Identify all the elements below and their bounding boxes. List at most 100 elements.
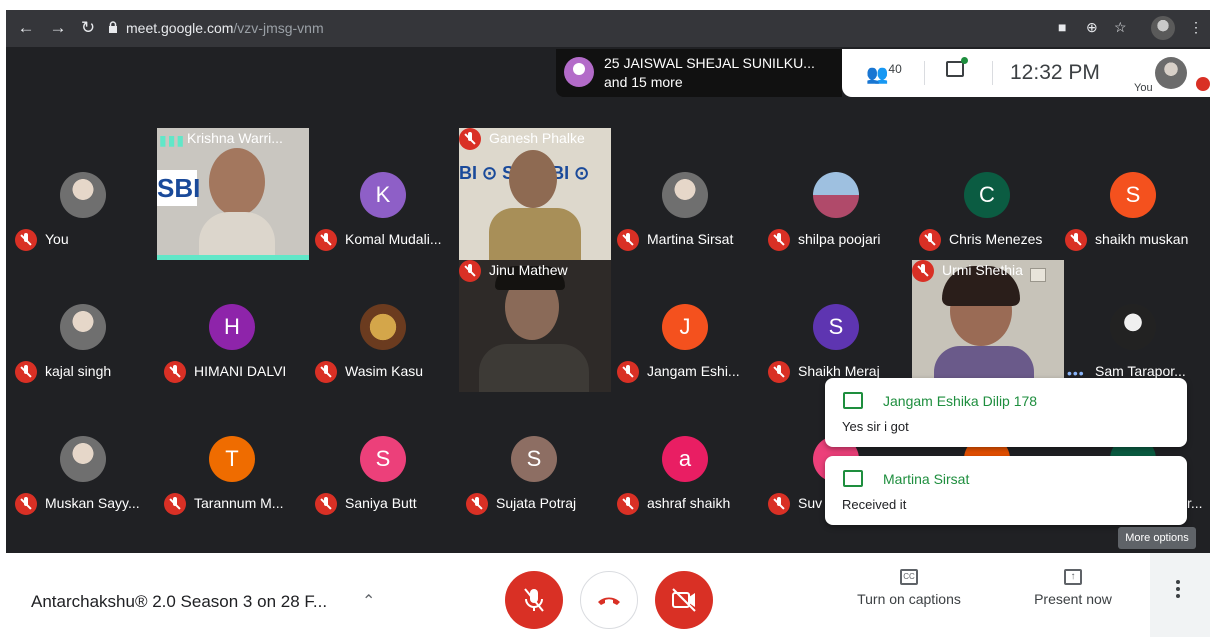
mic-off-icon bbox=[912, 260, 934, 282]
participant-tile[interactable]: kajal singh bbox=[8, 260, 160, 392]
participant-name: Wasim Kasu bbox=[345, 363, 424, 379]
participant-tile[interactable]: You bbox=[8, 128, 160, 260]
camera-icon[interactable]: ■ bbox=[1058, 19, 1066, 35]
chat-toast[interactable]: Jangam Eshika Dilip 178 Yes sir i got bbox=[825, 378, 1187, 447]
participant-nameplate: Martina Sirsat bbox=[617, 229, 761, 251]
participant-tile[interactable]: T Tarannum M... bbox=[157, 392, 309, 524]
participant-avatar bbox=[360, 304, 406, 350]
participant-avatar bbox=[60, 436, 106, 482]
self-label: You bbox=[1134, 82, 1153, 94]
microphone-toggle-button[interactable] bbox=[505, 571, 563, 629]
participant-nameplate: You bbox=[15, 229, 159, 251]
browser-menu-icon[interactable]: ⋮ bbox=[1189, 19, 1203, 36]
back-icon[interactable]: ← bbox=[16, 18, 36, 38]
participant-video[interactable]: BI ⊙ S ⊙ SBI ⊙ Ganesh Phalke bbox=[459, 128, 611, 260]
participant-tile[interactable]: C Chris Menezes bbox=[912, 128, 1064, 260]
presenter-name: 25 JAISWAL SHEJAL SUNILKU... bbox=[604, 55, 815, 71]
speaker-shirt bbox=[479, 344, 589, 392]
participant-avatar bbox=[813, 172, 859, 218]
participant-tile[interactable]: S Shaikh Meraj bbox=[761, 260, 913, 392]
hang-up-icon bbox=[598, 597, 620, 605]
participant-tile[interactable]: K Komal Mudali... bbox=[308, 128, 460, 260]
participant-video[interactable]: SBI ▮▮▮ Krishna Warri... bbox=[157, 128, 309, 260]
captions-label: Turn on captions bbox=[857, 591, 961, 607]
participant-name: Krishna Warri... bbox=[187, 130, 283, 146]
chat-toast[interactable]: Martina Sirsat Received it bbox=[825, 456, 1187, 525]
participant-tile[interactable]: Wasim Kasu bbox=[308, 260, 460, 392]
presenter-pill[interactable]: 25 JAISWAL SHEJAL SUNILKU... and 15 more bbox=[556, 49, 842, 97]
mic-off-icon bbox=[768, 361, 790, 383]
reload-icon[interactable]: ↻ bbox=[78, 18, 98, 38]
chat-message-icon bbox=[843, 470, 863, 487]
participant-initial: H bbox=[209, 304, 255, 350]
participant-nameplate: HIMANI DALVI bbox=[164, 361, 308, 383]
mic-off-icon bbox=[524, 588, 544, 612]
participant-name: Chris Menezes bbox=[949, 231, 1043, 247]
mic-off-icon bbox=[617, 229, 639, 251]
chat-icon[interactable] bbox=[946, 57, 968, 77]
camera-off-icon bbox=[672, 588, 696, 612]
more-vert-icon bbox=[1176, 587, 1180, 591]
participant-initial: S bbox=[360, 436, 406, 482]
speaker-face bbox=[209, 148, 265, 216]
participant-name: You bbox=[45, 231, 69, 247]
participant-name: Jinu Mathew bbox=[489, 262, 568, 278]
participant-initial: J bbox=[662, 304, 708, 350]
mic-off-icon bbox=[768, 493, 790, 515]
forward-icon[interactable]: → bbox=[48, 18, 68, 38]
participant-name: shaikh muskan bbox=[1095, 231, 1189, 247]
leave-call-button[interactable] bbox=[580, 571, 638, 629]
present-now-button[interactable]: ↑ Present now bbox=[1032, 569, 1114, 607]
participant-nameplate: Muskan Sayy... bbox=[15, 493, 159, 515]
more-options-tooltip: More options bbox=[1118, 527, 1196, 549]
participant-avatar bbox=[60, 172, 106, 218]
participant-nameplate: Tarannum M... bbox=[164, 493, 308, 515]
zoom-icon[interactable]: ⊕ bbox=[1086, 19, 1098, 36]
participant-nameplate: Chris Menezes bbox=[919, 229, 1063, 251]
bottom-control-bar: Antarchakshu® 2.0 Season 3 on 28 F... ⌃ … bbox=[0, 553, 1210, 637]
sbi-logo: SBI bbox=[157, 170, 200, 206]
participants-button[interactable]: 👥40 bbox=[866, 62, 902, 85]
meeting-infobar: 👥40 12:32 PM You bbox=[842, 49, 1210, 97]
more-options-button[interactable] bbox=[1150, 553, 1210, 637]
participant-avatar bbox=[1110, 304, 1156, 350]
star-icon[interactable]: ☆ bbox=[1114, 19, 1127, 36]
captions-button[interactable]: CC Turn on captions bbox=[855, 569, 963, 607]
participant-tile[interactable]: ••• Sam Tarapor... bbox=[1058, 260, 1210, 392]
chat-sender: Martina Sirsat bbox=[883, 471, 970, 487]
mic-off-icon bbox=[315, 361, 337, 383]
mic-off-icon bbox=[15, 493, 37, 515]
url-text[interactable]: meet.google.com/vzv-jmsg-vnm bbox=[126, 20, 324, 36]
participant-name: Martina Sirsat bbox=[647, 231, 734, 247]
audio-wave-icon: ▮▮▮ bbox=[159, 132, 186, 148]
participant-tile[interactable]: shilpa poojari bbox=[761, 128, 913, 260]
participant-tile[interactable]: S shaikh muskan bbox=[1058, 128, 1210, 260]
profile-avatar[interactable] bbox=[1151, 16, 1175, 40]
participant-tile[interactable]: H HIMANI DALVI bbox=[157, 260, 309, 392]
participant-tile[interactable]: S Saniya Butt bbox=[308, 392, 460, 524]
divider bbox=[992, 61, 993, 85]
divider bbox=[924, 61, 925, 85]
chat-message: Received it bbox=[842, 497, 907, 512]
speaker-shirt bbox=[199, 212, 275, 260]
speaker-shirt bbox=[489, 208, 581, 260]
participant-video[interactable]: Jinu Mathew bbox=[459, 260, 611, 392]
meeting-title[interactable]: Antarchakshu® 2.0 Season 3 on 28 F... bbox=[31, 592, 327, 612]
participant-tile[interactable]: J Jangam Eshi... bbox=[610, 260, 762, 392]
chevron-up-icon[interactable]: ⌃ bbox=[362, 591, 375, 611]
participant-tile[interactable]: S Sujata Potraj bbox=[459, 392, 611, 524]
mic-off-icon bbox=[15, 361, 37, 383]
participant-name: Shaikh Meraj bbox=[798, 363, 880, 379]
mic-off-icon bbox=[15, 229, 37, 251]
present-label: Present now bbox=[1034, 591, 1112, 607]
participant-tile[interactable]: a ashraf shaikh bbox=[610, 392, 762, 524]
participant-tile[interactable]: Martina Sirsat bbox=[610, 128, 762, 260]
participant-name: HIMANI DALVI bbox=[194, 363, 287, 379]
meeting-clock: 12:32 PM bbox=[1010, 61, 1100, 84]
participant-name: Urmi Shethia bbox=[942, 262, 1023, 278]
camera-toggle-button[interactable] bbox=[655, 571, 713, 629]
mic-off-icon bbox=[1196, 77, 1210, 91]
participant-tile[interactable]: Muskan Sayy... bbox=[8, 392, 160, 524]
participant-video[interactable]: Urmi Shethia bbox=[912, 260, 1064, 392]
self-avatar[interactable] bbox=[1155, 57, 1187, 89]
